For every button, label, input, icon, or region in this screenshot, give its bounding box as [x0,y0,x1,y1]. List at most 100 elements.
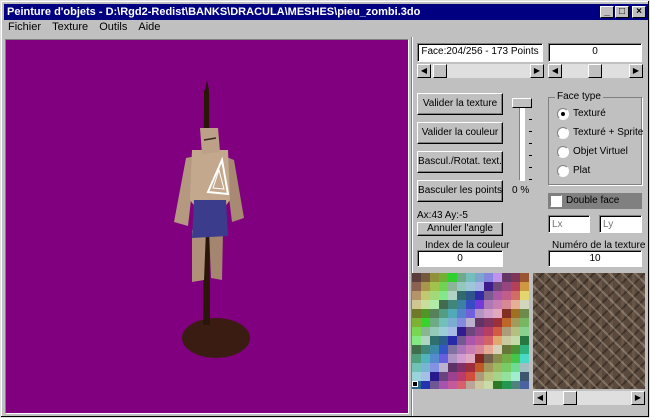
lx-input[interactable] [548,215,590,233]
minimize-button[interactable]: _ [600,6,614,18]
radio-texture-sprite[interactable] [557,127,569,139]
palette-swatch[interactable] [493,345,502,354]
value-scrollbar[interactable]: ◀ ▶ [548,64,643,78]
palette-swatch[interactable] [430,345,439,354]
palette-swatch[interactable] [502,345,511,354]
color-index-field[interactable]: 0 [417,250,503,267]
palette-swatch[interactable] [412,372,421,381]
palette-swatch[interactable] [502,381,511,389]
scroll-left-icon[interactable]: ◀ [548,64,562,78]
palette-swatch[interactable] [475,381,484,389]
palette-swatch[interactable] [421,291,430,300]
palette-swatch[interactable] [439,327,448,336]
palette-swatch[interactable] [430,336,439,345]
close-button[interactable]: × [632,6,646,18]
palette-swatch[interactable] [466,291,475,300]
palette-swatch[interactable] [511,300,520,309]
palette-swatch[interactable] [457,291,466,300]
palette-swatch[interactable] [448,345,457,354]
palette-swatch[interactable] [439,291,448,300]
validate-texture-button[interactable]: Valider la texture [417,93,503,115]
palette-swatch[interactable] [430,372,439,381]
palette-swatch[interactable] [484,282,493,291]
palette-swatch[interactable] [412,345,421,354]
scroll-thumb[interactable] [588,64,602,78]
scroll-left-icon[interactable]: ◀ [417,64,431,78]
scroll-left-icon[interactable]: ◀ [533,391,547,405]
palette-swatch[interactable] [502,282,511,291]
palette-swatch[interactable] [502,336,511,345]
palette-swatch[interactable] [466,372,475,381]
palette-swatch[interactable] [475,300,484,309]
title-bar[interactable]: Peinture d'objets - D:\Rgd2-Redist\BANKS… [4,4,648,20]
palette-swatch[interactable] [412,318,421,327]
palette-swatch[interactable] [421,282,430,291]
palette-swatch[interactable] [448,282,457,291]
palette-swatch[interactable] [439,354,448,363]
palette-swatch[interactable] [412,282,421,291]
palette-swatch[interactable] [439,381,448,389]
toggle-points-button[interactable]: Basculer les points [417,180,503,202]
palette-swatch[interactable] [439,345,448,354]
palette-swatch[interactable] [502,363,511,372]
palette-swatch[interactable] [421,327,430,336]
palette-swatch[interactable] [493,327,502,336]
palette-swatch[interactable] [502,372,511,381]
palette-swatch[interactable] [466,336,475,345]
palette-swatch[interactable] [511,282,520,291]
palette-swatch[interactable] [520,300,529,309]
palette-swatch[interactable] [457,318,466,327]
texture-scrollbar[interactable]: ◀ ▶ [533,391,645,405]
maximize-button[interactable]: □ [615,6,629,18]
scroll-thumb[interactable] [433,64,447,78]
palette-swatch[interactable] [502,327,511,336]
palette-swatch[interactable] [430,282,439,291]
palette-swatch[interactable] [439,300,448,309]
palette-swatch[interactable] [412,309,421,318]
palette-swatch[interactable] [484,345,493,354]
palette-swatch[interactable] [502,300,511,309]
palette-swatch[interactable] [466,309,475,318]
scroll-thumb[interactable] [563,391,577,405]
palette-swatch[interactable] [457,354,466,363]
palette-swatch[interactable] [439,318,448,327]
palette-swatch[interactable] [457,309,466,318]
palette-swatch[interactable] [448,300,457,309]
palette-swatch[interactable] [520,345,529,354]
palette-swatch[interactable] [484,354,493,363]
palette-swatch[interactable] [484,273,493,282]
palette-swatch[interactable] [475,336,484,345]
palette-swatch[interactable] [448,372,457,381]
palette-swatch[interactable] [421,372,430,381]
toggle-rotate-texture-button[interactable]: Bascul./Rotat. text. [417,151,503,173]
palette-swatch[interactable] [484,291,493,300]
palette-swatch[interactable] [466,282,475,291]
palette-swatch[interactable] [502,273,511,282]
menu-fichier[interactable]: Fichier [4,20,45,34]
face-value-field[interactable]: 0 [548,43,642,62]
scroll-right-icon[interactable]: ▶ [629,64,643,78]
palette-swatch[interactable] [511,336,520,345]
palette-swatch[interactable] [475,309,484,318]
double-face-row[interactable]: Double face [548,193,642,209]
palette-swatch[interactable] [430,273,439,282]
palette-swatch[interactable] [502,354,511,363]
palette-swatch[interactable] [421,336,430,345]
palette-swatch[interactable] [511,372,520,381]
palette-swatch[interactable] [430,363,439,372]
palette-swatch[interactable] [475,291,484,300]
palette-swatch[interactable] [502,309,511,318]
palette-swatch[interactable] [430,327,439,336]
double-face-checkbox[interactable] [550,195,562,207]
palette-swatch[interactable] [466,345,475,354]
palette-swatch[interactable] [484,318,493,327]
palette-swatch[interactable] [502,291,511,300]
palette-swatch[interactable] [484,309,493,318]
palette-swatch[interactable] [430,354,439,363]
palette-swatch[interactable] [466,300,475,309]
palette-swatch[interactable] [421,363,430,372]
menu-outils[interactable]: Outils [95,20,131,34]
palette-swatch[interactable] [430,309,439,318]
palette-swatch[interactable] [502,318,511,327]
palette-swatch[interactable] [475,282,484,291]
